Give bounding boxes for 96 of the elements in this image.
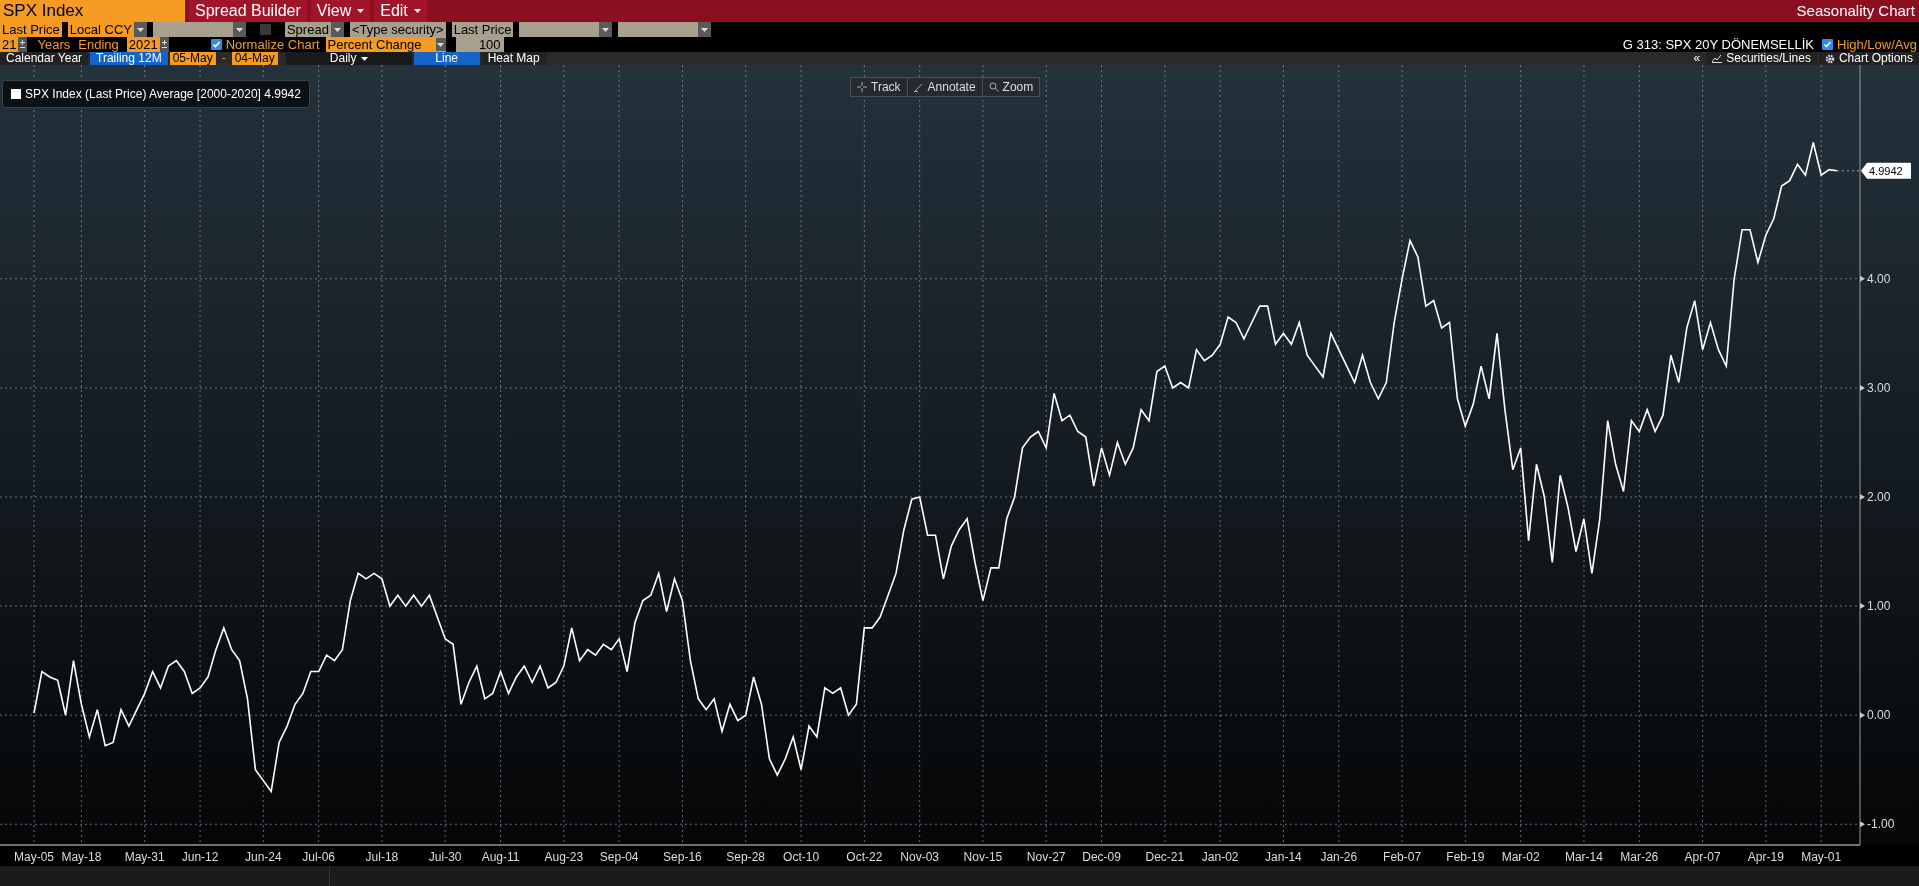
x-tick-label: Feb-19	[1446, 850, 1485, 864]
x-tick-label: Jul-30	[428, 850, 462, 864]
x-tick-label: Sep-04	[599, 850, 639, 864]
menu-item[interactable]: Spread Builder	[189, 0, 307, 22]
x-tick-label: Nov-27	[1026, 850, 1066, 864]
checkbox[interactable]	[259, 24, 271, 35]
checkbox[interactable]	[210, 39, 222, 50]
minus-icon	[20, 44, 26, 50]
gear-icon	[1824, 53, 1835, 64]
x-tick-label: Sep-16	[663, 850, 702, 864]
x-tick-label: Mar-26	[1620, 850, 1659, 864]
chart-options-button[interactable]: Chart Options	[1818, 52, 1919, 65]
x-tick-label: Jun-24	[245, 850, 282, 864]
chart-tool-button[interactable]: Zoom	[982, 78, 1040, 96]
x-tick-label: Jan-02	[1201, 850, 1239, 864]
ending-label: Ending	[78, 37, 119, 52]
line-chart-icon	[1712, 54, 1723, 63]
view-tab[interactable]: Heat Map	[481, 52, 546, 65]
frequency-dropdown[interactable]: Daily	[285, 52, 412, 65]
menu-item[interactable]: View	[310, 0, 371, 22]
legend-swatch	[11, 89, 21, 99]
caret-icon	[602, 27, 610, 32]
x-tick-label: May-01	[1801, 850, 1842, 864]
chart-name: G 313: SPX 20Y DÖNEMSELLİK	[1622, 37, 1814, 52]
x-tick-label: Aug-23	[544, 850, 584, 864]
end-date-field[interactable]: 04-May	[231, 52, 278, 65]
x-tick-label: Jan-14	[1265, 850, 1302, 864]
spinner-control[interactable]	[18, 37, 28, 52]
end-year-field[interactable]: 2021	[126, 37, 160, 52]
minus-icon	[161, 44, 167, 50]
chart-tool-button[interactable]: Annotate	[907, 78, 983, 96]
date-separator: -	[220, 52, 227, 65]
y-tick-label: 0.00	[1867, 708, 1891, 723]
input-field[interactable]	[519, 22, 600, 37]
input-field[interactable]: <Type security>	[349, 22, 446, 37]
x-tick-label: Jul-18	[365, 850, 399, 864]
caret-icon	[235, 27, 243, 32]
y-tick-label: -1.00	[1867, 817, 1895, 832]
y-tick-label: 2.00	[1867, 490, 1891, 504]
caret-icon	[360, 56, 368, 61]
y-tick-label: 4.00	[1867, 271, 1891, 286]
caret-icon	[333, 27, 341, 32]
checkbox[interactable]	[1822, 39, 1833, 50]
view-tab[interactable]: Line	[413, 52, 480, 65]
input-field[interactable]: Last Price	[451, 22, 514, 37]
window-title: Seasonality Chart	[1795, 1, 1916, 21]
x-tick-label: Sep-28	[726, 850, 766, 864]
legend-label: SPX Index (Last Price) Average [2000-2020] 4.9942	[25, 86, 301, 103]
start-date-field[interactable]: 05-May	[169, 52, 216, 65]
plus-icon	[20, 39, 26, 45]
securities-lines-button[interactable]: Securities/Lines	[1706, 52, 1817, 65]
x-tick-label: Jun-12	[181, 850, 219, 864]
x-tick-label: May-18	[61, 850, 102, 864]
x-tick-label: Apr-19	[1747, 850, 1784, 864]
x-tick-label: Dec-09	[1082, 850, 1121, 864]
chart-tool-button[interactable]: Track	[851, 78, 908, 96]
caret-icon	[136, 27, 144, 32]
input-field[interactable]	[152, 22, 233, 37]
x-tick-label: Jul-06	[302, 850, 336, 864]
years-field[interactable]: 21	[0, 37, 19, 52]
caret-icon	[437, 42, 445, 47]
input-field[interactable]	[618, 22, 699, 37]
y-tick-label: 3.00	[1867, 380, 1891, 395]
period-tab[interactable]: Calendar Year	[0, 52, 89, 65]
crosshair-icon	[857, 82, 867, 92]
base-field[interactable]: 100	[455, 37, 504, 52]
x-tick-label: Nov-03	[900, 850, 940, 864]
x-tick-label: May-31	[124, 850, 165, 864]
x-tick-label: Apr-07	[1684, 850, 1721, 864]
x-tick-label: Dec-21	[1145, 850, 1185, 864]
collapse-button[interactable]: «	[1689, 52, 1705, 65]
y-tick-label: 1.00	[1867, 599, 1891, 614]
x-tick-label: Mar-02	[1501, 850, 1540, 864]
x-tick-label: Nov-15	[963, 850, 1003, 864]
leader-line	[1836, 170, 1861, 172]
period-tab[interactable]: Trailing 12M	[90, 52, 168, 65]
x-tick-label: Oct-22	[846, 850, 883, 864]
x-tick-label: Mar-14	[1564, 850, 1603, 864]
high-low-avg-label: High/Low/Avg	[1837, 37, 1918, 52]
input-field[interactable]: Last Price	[0, 22, 62, 37]
menu-item[interactable]: Edit	[374, 0, 427, 22]
x-tick-label: Feb-07	[1383, 850, 1422, 864]
plus-icon	[161, 39, 167, 45]
x-tick-label: May-05	[14, 850, 54, 864]
x-tick-label: Jan-26	[1320, 850, 1358, 864]
normalize-label: Normalize Chart	[225, 37, 320, 52]
caret-icon	[701, 27, 709, 32]
input-field[interactable]: Spread	[284, 22, 331, 37]
search-icon	[988, 82, 999, 92]
years-label: Years	[37, 37, 71, 52]
input-field[interactable]: Local CCY	[67, 22, 134, 37]
mode-dropdown[interactable]: Percent Change	[325, 37, 446, 52]
pencil-icon	[913, 82, 924, 92]
security-field[interactable]: SPX Index	[0, 0, 185, 22]
x-tick-label: Aug-11	[481, 850, 520, 864]
x-tick-label: Oct-10	[783, 850, 820, 864]
